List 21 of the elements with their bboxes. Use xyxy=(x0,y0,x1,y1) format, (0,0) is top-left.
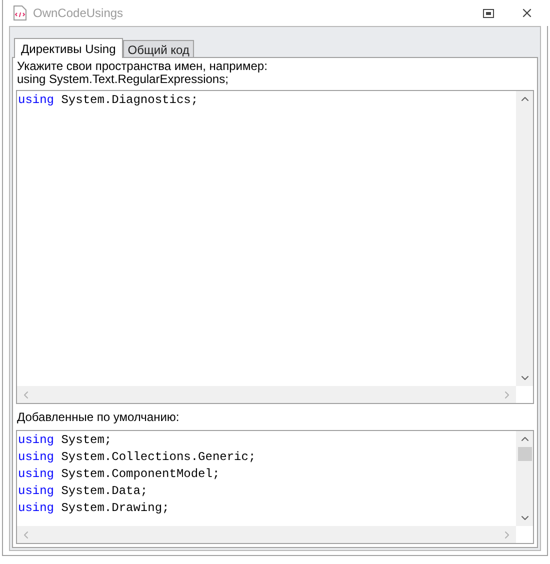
vertical-scrollbar[interactable] xyxy=(516,431,533,526)
code-line: using System.ComponentModel; xyxy=(18,466,220,483)
horizontal-scrollbar[interactable] xyxy=(17,386,516,403)
window-title: OwnCodeUsings xyxy=(33,5,124,22)
restore-icon[interactable] xyxy=(483,8,494,18)
code-line: using System.Diagnostics; xyxy=(18,92,198,109)
code-line: using System.Collections.Generic; xyxy=(18,449,256,466)
hint-text: Укажите свои пространства имен, например: using System.Text.RegularExpressions; xyxy=(16,60,268,86)
tab[interactable]: Директивы Using xyxy=(14,38,123,58)
scrollbar-thumb[interactable] xyxy=(518,446,532,460)
code-line: using System.Data; xyxy=(18,483,148,500)
code-editor[interactable]: using System; using System.Collections.Generic; using System.ComponentModel; using System.Data; using System.Drawing; xyxy=(16,430,534,544)
code-line: using System; xyxy=(18,432,112,449)
vertical-scrollbar[interactable] xyxy=(516,91,533,386)
horizontal-scrollbar[interactable] xyxy=(17,526,516,543)
tab[interactable]: Общий код xyxy=(122,40,194,57)
code-file-icon xyxy=(13,5,27,21)
defaults-label: Добавленные по умолчанию: xyxy=(16,409,180,426)
close-icon[interactable] xyxy=(520,6,534,20)
code-editor[interactable]: using System.Diagnostics; xyxy=(16,90,534,404)
code-line: using System.Drawing; xyxy=(18,500,170,517)
